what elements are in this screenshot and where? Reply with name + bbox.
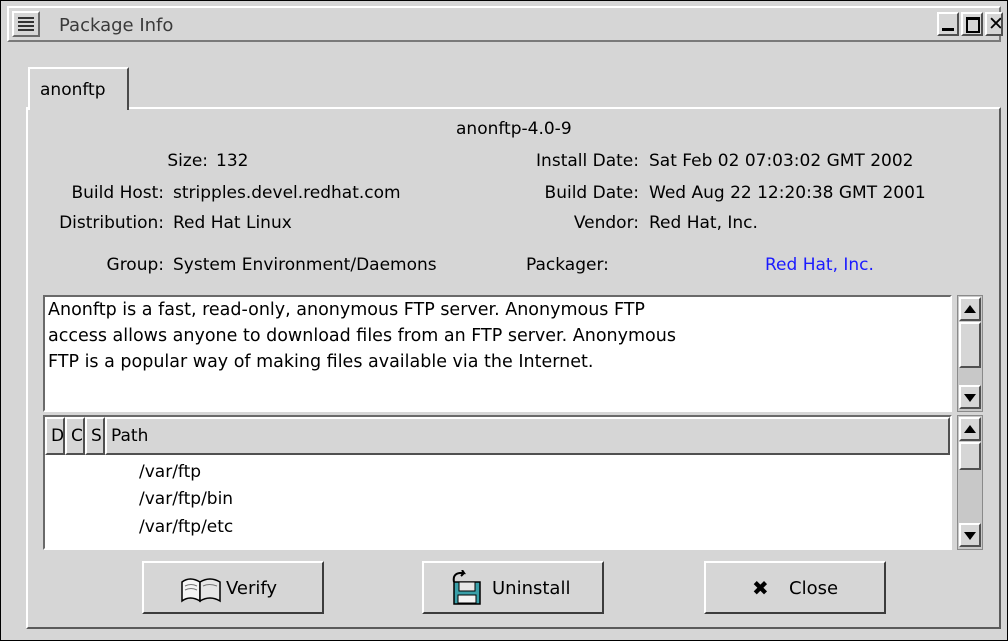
up-arrow-icon (964, 305, 976, 313)
scroll-thumb[interactable] (959, 442, 981, 470)
list-item[interactable]: /var/ftp/bin (139, 489, 233, 509)
build-date-label: Build Date: (544, 183, 639, 203)
window-title: Package Info (59, 15, 174, 36)
build-date-value: Wed Aug 22 12:20:38 GMT 2001 (649, 183, 926, 203)
distribution-label: Distribution: (59, 213, 164, 233)
up-arrow-icon (964, 425, 976, 433)
close-button[interactable]: ✖ Close (704, 561, 886, 614)
group-label: Group: (106, 255, 164, 275)
file-list[interactable]: D C S Path /var/ftp /var/ftp/bin /var/ft… (43, 415, 952, 550)
list-item[interactable]: /var/ftp/etc (139, 517, 233, 537)
window-menu-icon[interactable] (12, 11, 40, 37)
uninstall-button[interactable]: Uninstall (422, 561, 604, 614)
description-line: access allows anyone to download files f… (48, 326, 676, 346)
tab-label: anonftp (40, 80, 106, 100)
uninstall-icon (452, 570, 481, 605)
tab-anonftp[interactable]: anonftp (28, 67, 129, 110)
scroll-down-button[interactable] (959, 523, 981, 547)
description-text: Anonftp is a fast, read-only, anonymous … (48, 297, 948, 375)
group-value: System Environment/Daemons (173, 255, 437, 275)
description-text-area[interactable]: Anonftp is a fast, read-only, anonymous … (43, 295, 952, 412)
scroll-down-button[interactable] (959, 385, 981, 409)
package-name: anonftp-4.0-9 (456, 119, 572, 139)
build-host-label: Build Host: (71, 183, 164, 203)
description-scrollbar[interactable] (957, 295, 983, 412)
uninstall-label: Uninstall (492, 578, 571, 599)
close-label: Close (789, 578, 839, 599)
book-icon (181, 578, 221, 603)
scroll-thumb[interactable] (959, 322, 981, 368)
column-header-c[interactable]: C (65, 417, 85, 455)
verify-label: Verify (226, 578, 278, 599)
maximize-icon (966, 17, 980, 33)
x-icon: ✖ (752, 576, 769, 600)
file-list-scrollbar[interactable] (957, 415, 983, 550)
scroll-up-button[interactable] (959, 417, 981, 441)
vendor-value: Red Hat, Inc. (649, 213, 758, 233)
down-arrow-icon (964, 532, 976, 540)
list-item[interactable]: /var/ftp (139, 462, 201, 482)
vendor-label: Vendor: (573, 213, 639, 233)
verify-button[interactable]: Verify (142, 561, 324, 614)
minimize-icon (942, 28, 954, 31)
build-host-value: stripples.devel.redhat.com (173, 183, 401, 203)
close-icon: ✕ (988, 13, 1003, 35)
title-bar[interactable]: Package Info ✕ (7, 6, 1003, 42)
package-info-window: Package Info ✕ anonftp anonftp-4.0-9 Siz… (0, 0, 1008, 641)
column-header-s[interactable]: S (85, 417, 105, 455)
packager-label: Packager: (526, 255, 609, 275)
description-line: Anonftp is a fast, read-only, anonymous … (48, 300, 645, 320)
maximize-button[interactable] (961, 12, 983, 36)
distribution-value: Red Hat Linux (173, 213, 292, 233)
column-header-d[interactable]: D (45, 417, 65, 455)
down-arrow-icon (964, 394, 976, 402)
size-value: 132 (216, 151, 249, 171)
close-window-button[interactable]: ✕ (985, 12, 1003, 36)
minimize-button[interactable] (937, 12, 959, 36)
install-date-value: Sat Feb 02 07:03:02 GMT 2002 (649, 151, 914, 171)
packager-link[interactable]: Red Hat, Inc. (765, 255, 874, 275)
scroll-up-button[interactable] (959, 297, 981, 321)
column-header-path[interactable]: Path (105, 417, 950, 455)
description-line: FTP is a popular way of making files ava… (48, 352, 594, 372)
size-label: Size: (167, 151, 208, 171)
install-date-label: Install Date: (536, 151, 639, 171)
list-header: D C S Path (45, 417, 950, 455)
